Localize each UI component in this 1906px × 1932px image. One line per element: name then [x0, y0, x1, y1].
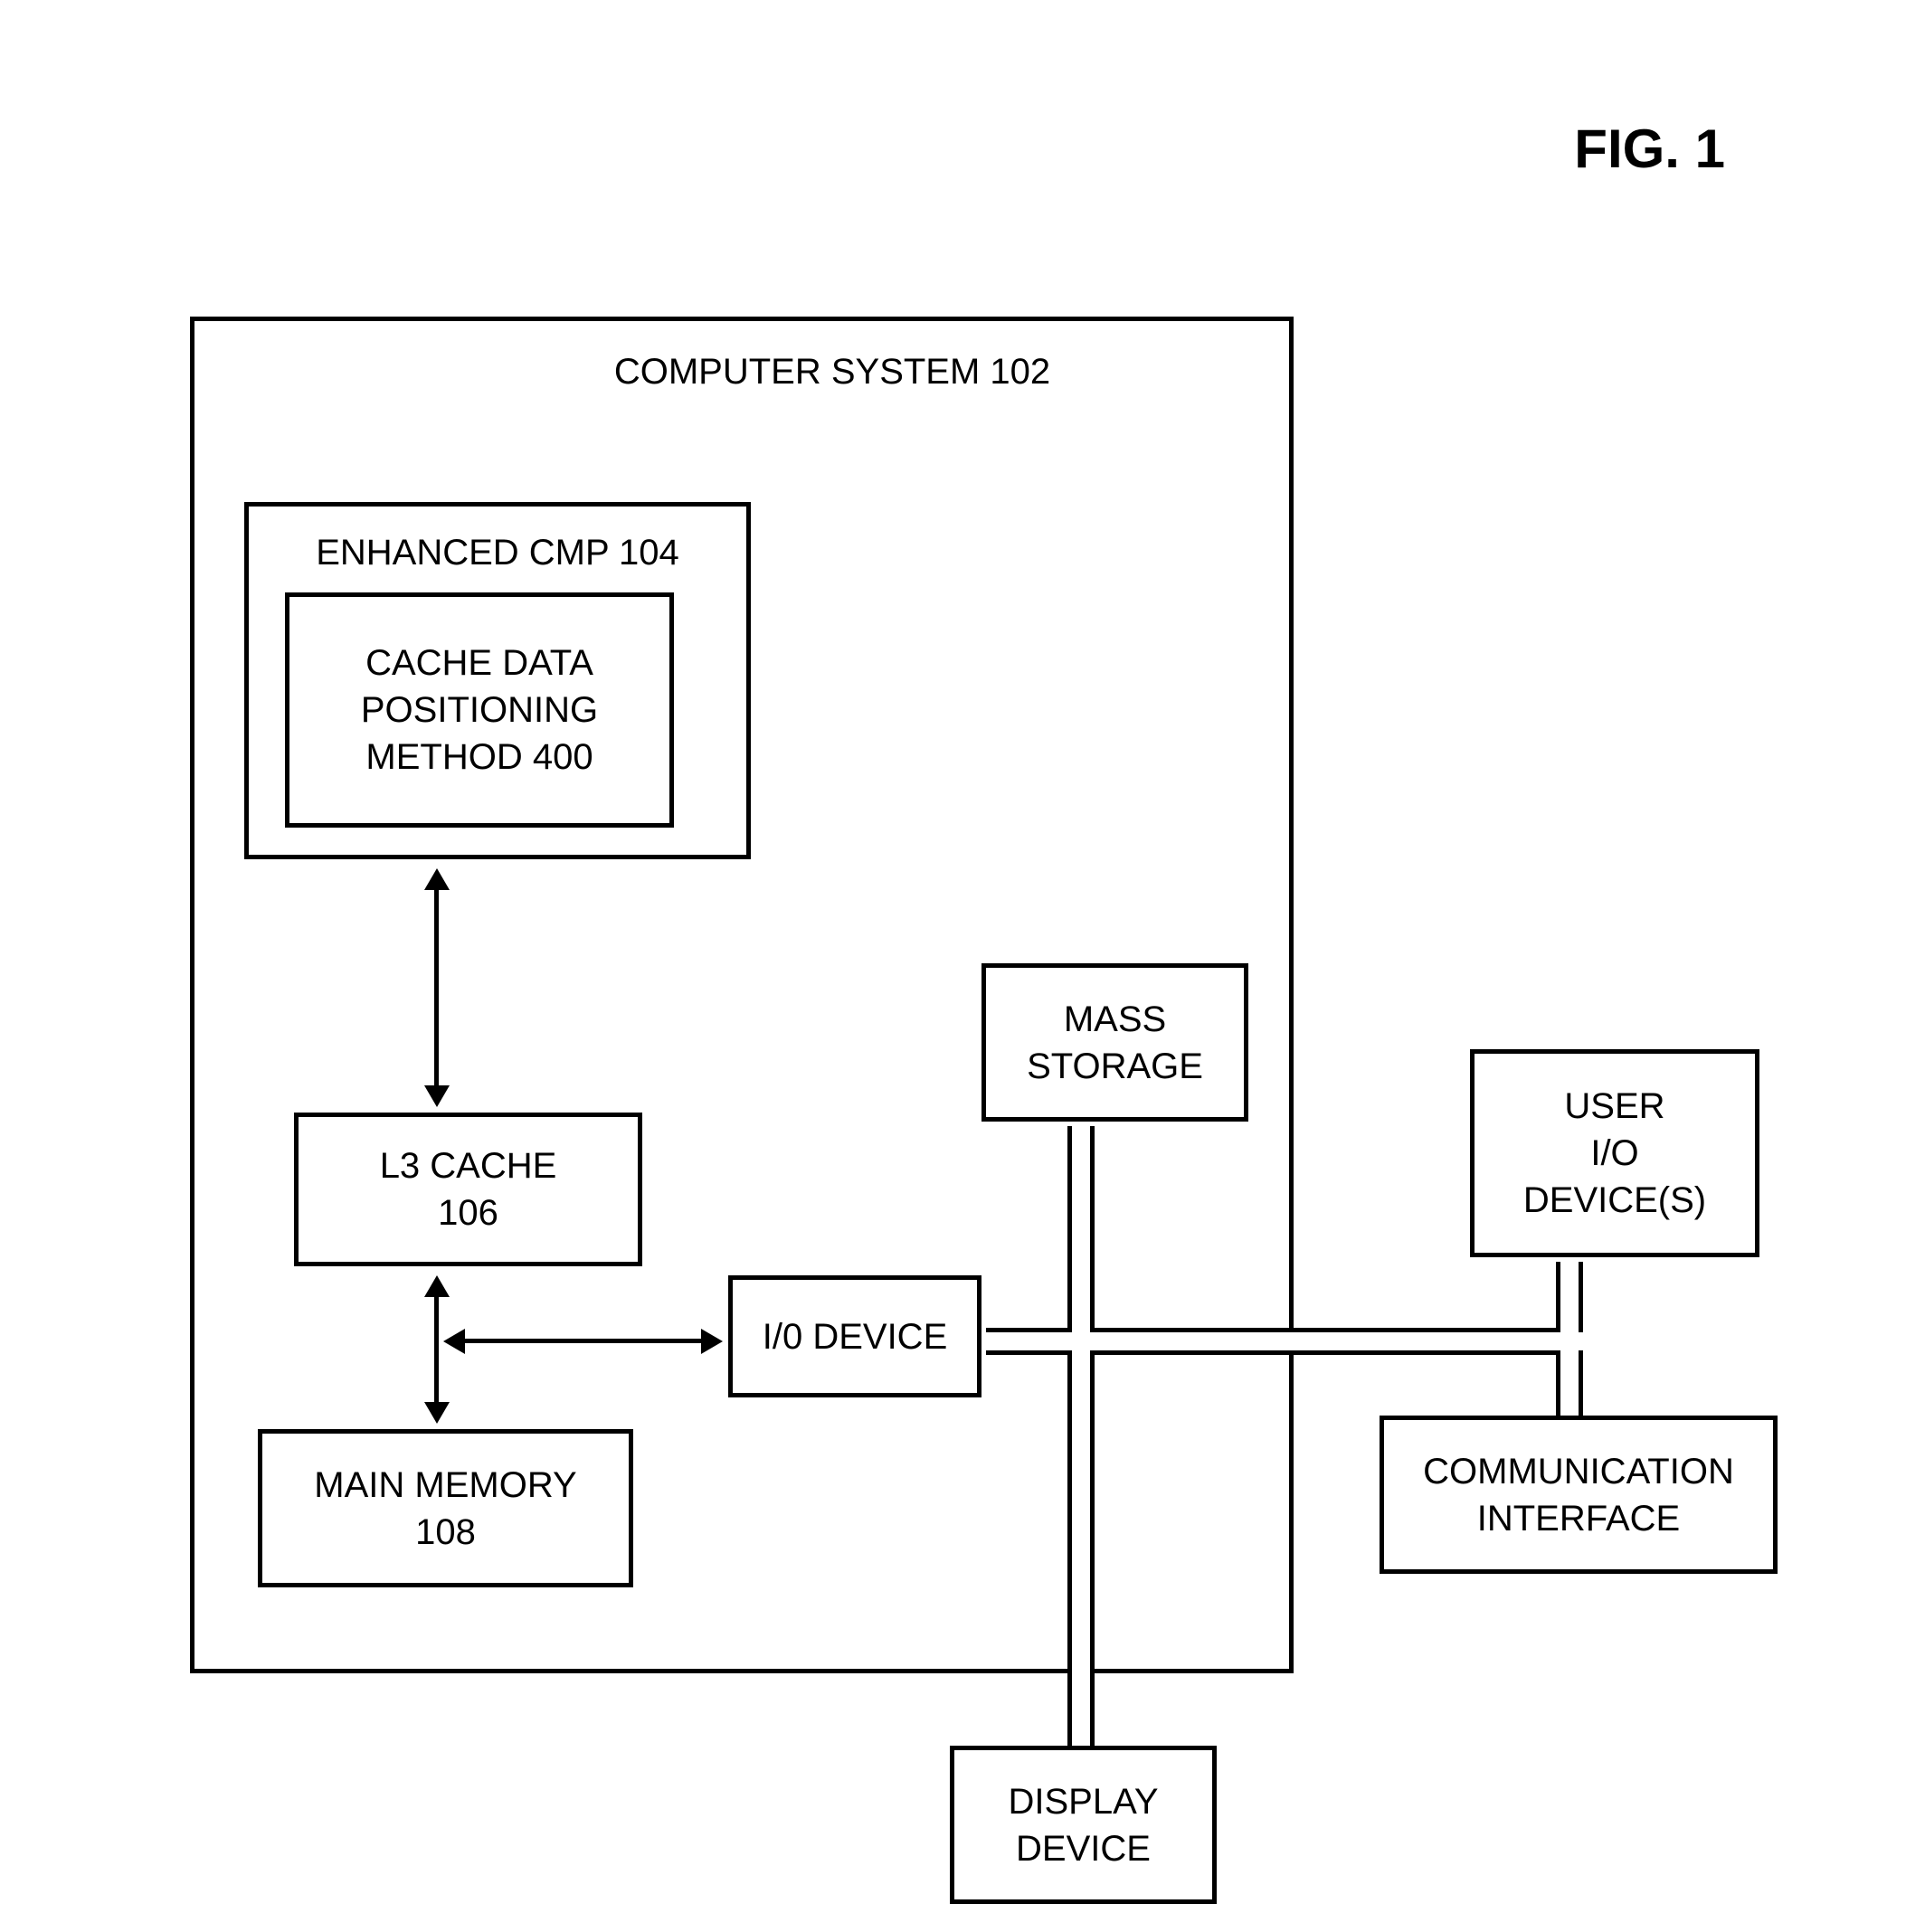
mass-storage-line1: MASS — [1064, 996, 1166, 1043]
main-memory-line2: 108 — [415, 1509, 476, 1556]
user-io-box: USER I/O DEVICE(S) — [1470, 1049, 1759, 1257]
arrowhead-down-icon — [424, 1402, 450, 1424]
bus-comm-interface — [1556, 1350, 1583, 1416]
user-io-line3: DEVICE(S) — [1523, 1177, 1706, 1224]
arrowhead-left-icon — [443, 1329, 465, 1354]
bus-junction-2 — [1560, 1332, 1579, 1350]
arrow-mem-to-io — [457, 1339, 706, 1343]
comm-interface-line1: COMMUNICATION — [1423, 1448, 1734, 1495]
main-memory-line1: MAIN MEMORY — [314, 1462, 576, 1509]
arrowhead-down-icon — [424, 1085, 450, 1107]
cache-data-line3: METHOD 400 — [365, 734, 593, 781]
display-device-line2: DEVICE — [1016, 1825, 1151, 1872]
bus-user-io — [1556, 1262, 1583, 1332]
display-device-line1: DISPLAY — [1009, 1778, 1159, 1825]
comm-interface-box: COMMUNICATION INTERFACE — [1380, 1416, 1778, 1574]
user-io-line1: USER — [1564, 1083, 1664, 1130]
l3-cache-box: L3 CACHE 106 — [294, 1113, 642, 1266]
display-device-box: DISPLAY DEVICE — [950, 1746, 1217, 1904]
cache-data-line2: POSITIONING — [361, 687, 598, 734]
figure-title: FIG. 1 — [1574, 118, 1725, 180]
io-device-box: I/0 DEVICE — [728, 1275, 981, 1397]
bus-display-device — [1067, 1350, 1095, 1746]
arrow-cmp-to-l3 — [434, 882, 439, 1090]
mass-storage-line2: STORAGE — [1027, 1043, 1203, 1090]
user-io-line2: I/O — [1590, 1130, 1638, 1177]
arrow-l3-to-mem — [434, 1289, 439, 1406]
cache-data-line1: CACHE DATA — [365, 639, 593, 687]
mass-storage-box: MASS STORAGE — [981, 963, 1248, 1122]
arrowhead-right-icon — [701, 1329, 723, 1354]
l3-cache-line2: 106 — [438, 1189, 498, 1236]
computer-system-label: COMPUTER SYSTEM 102 — [614, 348, 1050, 395]
main-memory-box: MAIN MEMORY 108 — [258, 1429, 633, 1587]
arrowhead-up-icon — [424, 868, 450, 890]
bus-junction-1 — [1072, 1332, 1090, 1350]
comm-interface-line2: INTERFACE — [1477, 1495, 1680, 1542]
enhanced-cmp-label: ENHANCED CMP 104 — [316, 529, 679, 576]
l3-cache-line1: L3 CACHE — [380, 1142, 557, 1189]
cache-data-method-box: CACHE DATA POSITIONING METHOD 400 — [285, 592, 674, 828]
bus-mass-storage — [1067, 1126, 1095, 1332]
arrowhead-up-icon — [424, 1275, 450, 1297]
io-device-label: I/0 DEVICE — [763, 1313, 948, 1360]
